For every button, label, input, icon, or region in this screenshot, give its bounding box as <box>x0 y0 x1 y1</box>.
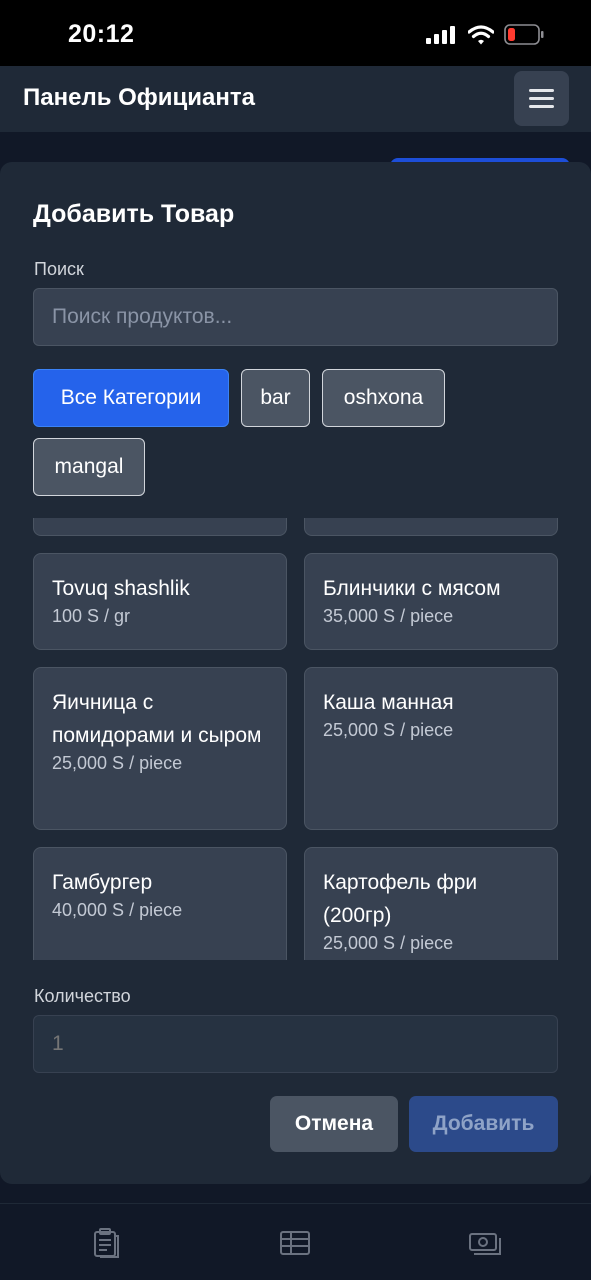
product-card[interactable]: Яичница с помидорами и сыром 25,000 S / … <box>33 667 287 830</box>
product-name: Каша манная <box>323 691 454 714</box>
product-card[interactable] <box>304 518 558 536</box>
product-price: 35,000 S / piece <box>323 606 454 626</box>
quantity-input[interactable] <box>33 1015 558 1073</box>
battery-icon <box>504 24 544 45</box>
clipboard-icon[interactable] <box>90 1228 124 1258</box>
status-bar: 20:12 <box>0 0 591 66</box>
product-price: 25,000 S / piece <box>52 753 183 773</box>
table-icon[interactable] <box>278 1228 312 1258</box>
product-price: 40,000 S / piece <box>52 900 183 920</box>
screen: 20:12 Панель Официанта Добавить Товар По… <box>0 0 591 1280</box>
product-card[interactable]: Картофель фри (200гр) 25,000 S / piece <box>304 847 558 960</box>
category-chip-all[interactable]: Все Категории <box>33 369 229 427</box>
cash-icon[interactable] <box>468 1228 502 1258</box>
product-price: 25,000 S / piece <box>323 933 454 953</box>
modal-title: Добавить Товар <box>33 200 235 228</box>
product-name: Картофель фри (200гр) <box>323 871 478 927</box>
product-grid: Tovuq shashlik 100 S / gr Блинчики с мяс… <box>0 518 591 960</box>
cancel-button[interactable]: Отмена <box>270 1096 398 1152</box>
menu-button[interactable] <box>514 71 569 126</box>
category-chip-oshxona[interactable]: oshxona <box>322 369 445 427</box>
product-name: Tovuq shashlik <box>52 577 190 600</box>
product-card[interactable] <box>33 518 287 536</box>
product-name: Яичница с помидорами и сыром <box>52 691 262 747</box>
product-price: 25,000 S / piece <box>323 720 454 740</box>
product-card[interactable]: Гамбургер 40,000 S / piece <box>33 847 287 960</box>
category-chip-bar[interactable]: bar <box>241 369 310 427</box>
page-title: Панель Официанта <box>23 84 255 111</box>
product-price: 100 S / gr <box>52 606 131 626</box>
product-card[interactable]: Tovuq shashlik 100 S / gr <box>33 553 287 650</box>
product-name: Блинчики с мясом <box>323 577 501 600</box>
search-input[interactable] <box>33 288 558 346</box>
app-header: Панель Официанта <box>0 66 591 132</box>
category-chip-mangal[interactable]: mangal <box>33 438 145 496</box>
product-card[interactable]: Каша манная 25,000 S / piece <box>304 667 558 830</box>
add-product-modal: Добавить Товар Поиск Все Категории bar o… <box>0 162 591 1184</box>
product-name: Гамбургер <box>52 871 153 894</box>
wifi-icon <box>468 25 494 45</box>
quantity-label: Количество <box>34 986 131 1006</box>
product-card[interactable]: Блинчики с мясом 35,000 S / piece <box>304 553 558 650</box>
bottom-nav <box>0 1203 591 1280</box>
signal-icon <box>426 26 456 44</box>
add-button[interactable]: Добавить <box>409 1096 558 1152</box>
status-time: 20:12 <box>68 20 135 48</box>
search-label: Поиск <box>34 259 84 279</box>
